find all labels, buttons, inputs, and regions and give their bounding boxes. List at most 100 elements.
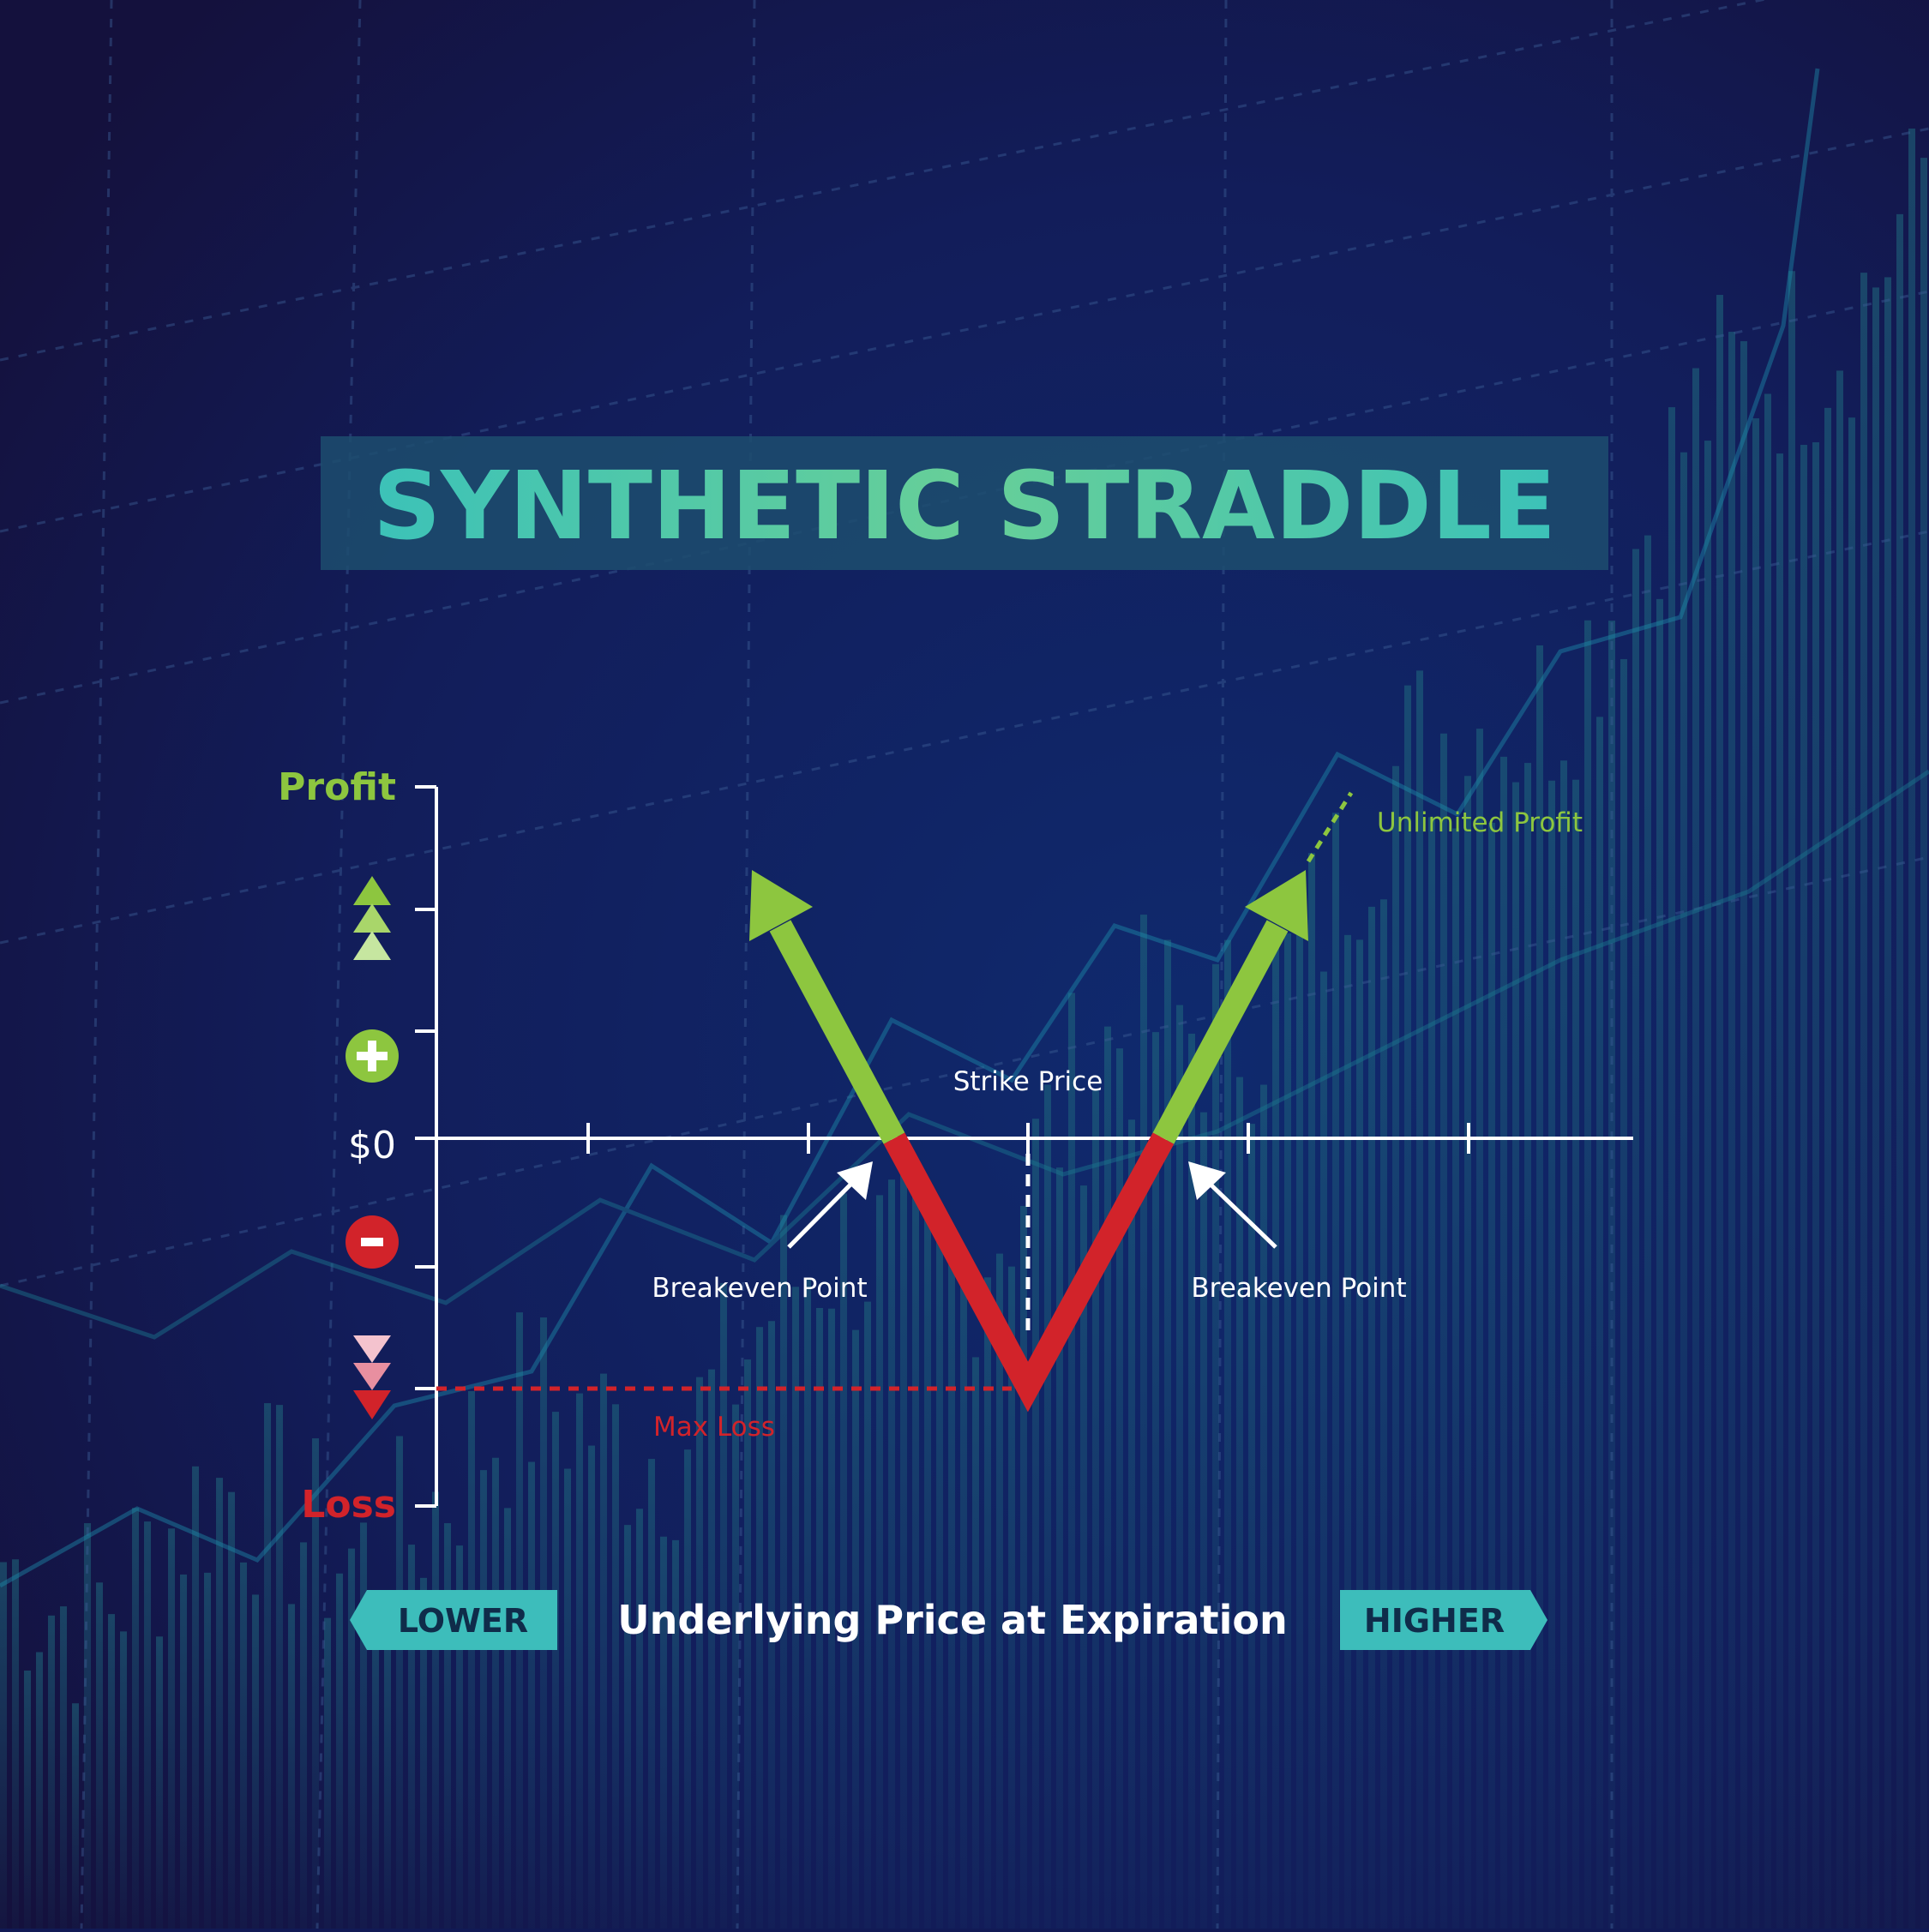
background-bar <box>1224 939 1231 1929</box>
background-bar <box>1044 1084 1051 1929</box>
background-bar <box>168 1528 175 1929</box>
background-bar <box>1116 1048 1123 1929</box>
infographic-canvas: SYNTHETIC STRADDLE Profit $0 Loss Strike… <box>0 0 1929 1929</box>
background-bar <box>1500 756 1507 1929</box>
background-bar <box>348 1548 355 1929</box>
background-bar <box>1296 921 1303 1929</box>
higher-tag-label: HIGHER <box>1364 1602 1505 1640</box>
background-bar <box>708 1369 715 1929</box>
background-bar <box>888 1179 895 1929</box>
background-bar <box>228 1491 235 1929</box>
lower-tag: LOWER <box>350 1590 557 1650</box>
background-bar <box>744 1359 751 1929</box>
background-bar <box>1680 452 1687 1929</box>
background-bar <box>120 1631 127 1929</box>
background-bar <box>1320 971 1327 1929</box>
background-bar <box>480 1470 487 1929</box>
unlimited-profit-label: Unlimited Profit <box>1377 807 1583 838</box>
background-bar <box>564 1468 571 1929</box>
title: SYNTHETIC STRADDLE <box>373 451 1556 561</box>
background-bar <box>1548 780 1555 1929</box>
background-bar <box>252 1594 259 1929</box>
background-bar <box>1656 598 1663 1929</box>
background-bar <box>12 1559 19 1929</box>
background-bar <box>1236 1077 1243 1929</box>
background-bar <box>1440 733 1447 1929</box>
background-bar <box>696 1377 703 1929</box>
background-bar <box>1032 1119 1039 1929</box>
background-bar <box>36 1652 43 1929</box>
max-loss-label: Max Loss <box>653 1412 775 1443</box>
background-bar <box>1488 822 1495 1929</box>
background-bar <box>324 1617 331 1929</box>
synthetic-straddle-diagram: SYNTHETIC STRADDLE Profit $0 Loss Strike… <box>0 0 1929 1929</box>
higher-tag: HIGHER <box>1340 1590 1547 1650</box>
background-bar <box>1596 717 1603 1929</box>
background-bar <box>300 1542 307 1929</box>
background-bar <box>264 1403 271 1929</box>
background-bar <box>1512 782 1519 1929</box>
background-bar <box>588 1445 595 1929</box>
background-bar <box>492 1457 499 1929</box>
background-bar <box>960 1248 967 1929</box>
background-bar <box>0 1562 7 1929</box>
background-bar <box>204 1572 211 1929</box>
background-bar <box>636 1509 643 1929</box>
background-bar <box>48 1615 55 1929</box>
lower-tag-label: LOWER <box>398 1602 528 1640</box>
background-bar <box>384 1626 391 1929</box>
background-bar <box>1092 1090 1099 1929</box>
background-bar <box>1056 1167 1063 1929</box>
background-bar <box>444 1523 451 1929</box>
background-bar <box>1020 1205 1027 1929</box>
background-bar <box>1860 273 1867 1929</box>
background-bar <box>432 1491 439 1929</box>
background-bar <box>876 1195 883 1929</box>
background-bar <box>468 1391 475 1929</box>
background-bar <box>1164 939 1171 1929</box>
background-bar <box>96 1582 103 1929</box>
x-axis-label: Underlying Price at Expiration <box>617 1597 1287 1643</box>
background-bar <box>1884 277 1891 1929</box>
background-bar <box>396 1436 403 1929</box>
background-bar <box>648 1459 655 1929</box>
background-bar <box>612 1404 619 1929</box>
background-bar <box>288 1604 295 1929</box>
background-bar <box>1308 853 1315 1929</box>
background-bar <box>1524 763 1531 1929</box>
background-bar <box>1380 899 1387 1929</box>
background-bar <box>180 1574 187 1929</box>
background-bar <box>1692 368 1699 1929</box>
background-bar <box>1704 441 1711 1929</box>
background-bar <box>900 1160 907 1929</box>
background-bar <box>1632 549 1639 1929</box>
background-bar <box>912 1173 919 1929</box>
background-bar <box>1140 915 1147 1929</box>
background-bar <box>1788 271 1795 1929</box>
background-bar <box>1068 993 1075 1929</box>
background-bar <box>1716 295 1723 1929</box>
background-bar <box>24 1670 31 1929</box>
background-bar <box>576 1393 583 1929</box>
background-bar <box>1836 370 1843 1929</box>
background-bar <box>360 1522 367 1929</box>
background-bar <box>72 1703 79 1929</box>
background-bar <box>372 1607 379 1929</box>
background-bar <box>108 1614 115 1929</box>
background-bar <box>1740 341 1747 1929</box>
background-bar <box>1404 685 1411 1929</box>
background-bar <box>1644 535 1651 1929</box>
background-bar <box>1560 760 1567 1929</box>
background-bar <box>1872 287 1879 1929</box>
background-bar <box>1284 933 1291 1929</box>
background-bar <box>1824 407 1831 1929</box>
minus-circle-icon <box>346 1215 399 1269</box>
background-bar <box>1776 453 1783 1929</box>
background-bar <box>1620 658 1627 1929</box>
background-bar <box>660 1536 667 1929</box>
background-bar <box>1368 906 1375 1929</box>
background-bar <box>600 1373 607 1929</box>
background-bar <box>1356 939 1363 1929</box>
background-bar <box>1812 441 1819 1929</box>
background-bar <box>1416 670 1423 1929</box>
